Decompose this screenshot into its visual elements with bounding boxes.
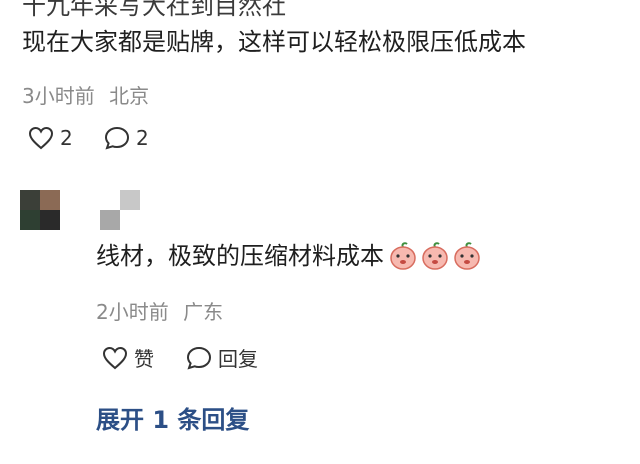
peach-emoji-icon <box>422 242 448 270</box>
reply-location: 广东 <box>183 300 224 324</box>
avatar-pixel <box>100 210 120 230</box>
reply-count: 2 <box>136 126 149 150</box>
reply-avatar[interactable] <box>100 190 140 230</box>
like-count: 2 <box>60 126 73 150</box>
reply-text-row: 线材，极致的压缩材料成本 <box>96 238 482 274</box>
expand-replies-link[interactable]: 展开 1 条回复 <box>96 400 249 435</box>
avatar-pixel <box>20 190 40 210</box>
reply-meta: 2小时前 广东 <box>96 296 223 325</box>
heart-icon <box>102 346 128 369</box>
comment-meta: 3小时前 北京 <box>22 80 149 109</box>
comment-time: 3小时前 <box>22 84 95 108</box>
avatar[interactable] <box>20 190 60 230</box>
avatar-pixel <box>100 190 120 210</box>
reply-count-button[interactable]: 2 <box>104 126 149 150</box>
emoji-group <box>388 241 482 271</box>
like-button[interactable]: 2 <box>28 126 73 150</box>
comment-text: 现在大家都是贴牌，这样可以轻松极限压低成本 <box>22 28 526 56</box>
comment-bubble-icon <box>104 126 130 150</box>
avatar-pixel <box>40 190 60 210</box>
avatar-pixel <box>40 210 60 230</box>
previous-comment-fragment: 十九年采写大社到目然社 <box>22 0 286 20</box>
comment-location: 北京 <box>109 84 150 108</box>
reply-time: 2小时前 <box>96 300 169 324</box>
like-label: 赞 <box>134 347 154 371</box>
avatar-pixel <box>20 210 40 230</box>
avatar-pixel <box>120 210 140 230</box>
peach-emoji-icon <box>390 242 416 270</box>
heart-icon <box>28 126 54 150</box>
reply-text: 线材，极致的压缩材料成本 <box>96 242 384 270</box>
reply-like-button[interactable]: 赞 <box>102 343 154 372</box>
reply-label: 回复 <box>218 347 258 371</box>
peach-emoji-icon <box>454 242 480 270</box>
avatar-pixel <box>120 190 140 210</box>
reply-button[interactable]: 回复 <box>186 343 258 372</box>
comment-bubble-icon <box>186 346 212 370</box>
